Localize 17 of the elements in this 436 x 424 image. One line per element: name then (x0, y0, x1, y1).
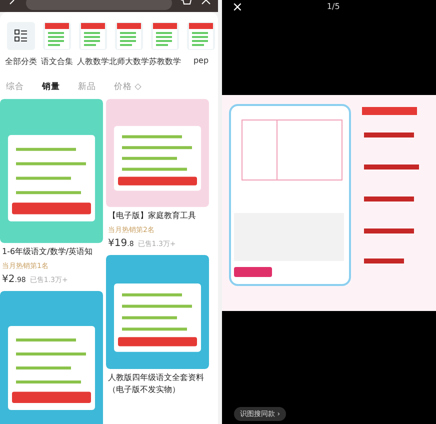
list-icon (14, 29, 28, 43)
search-field[interactable] (26, 0, 172, 10)
product-image[interactable] (106, 99, 209, 207)
product-thumbnail (117, 23, 141, 49)
product-title[interactable]: 【电子版】家庭教育工具 (106, 210, 209, 222)
sort-tab[interactable]: 销量 (42, 81, 60, 93)
product-thumbnail (189, 23, 213, 49)
product-image[interactable] (0, 291, 103, 424)
product-image[interactable] (106, 255, 209, 369)
product-title[interactable]: 1-6年级语文/数学/英语知 (0, 246, 103, 258)
product-image[interactable] (0, 99, 103, 243)
product-thumbnail (45, 23, 69, 49)
image-counter: 1/5 (326, 2, 340, 12)
close-button[interactable]: × (232, 1, 243, 14)
product-title[interactable]: 人教版四年级语文全套资料（电子版不发实物） (106, 372, 209, 396)
product-thumbnail (81, 23, 105, 49)
product-thumbnail (153, 23, 177, 49)
